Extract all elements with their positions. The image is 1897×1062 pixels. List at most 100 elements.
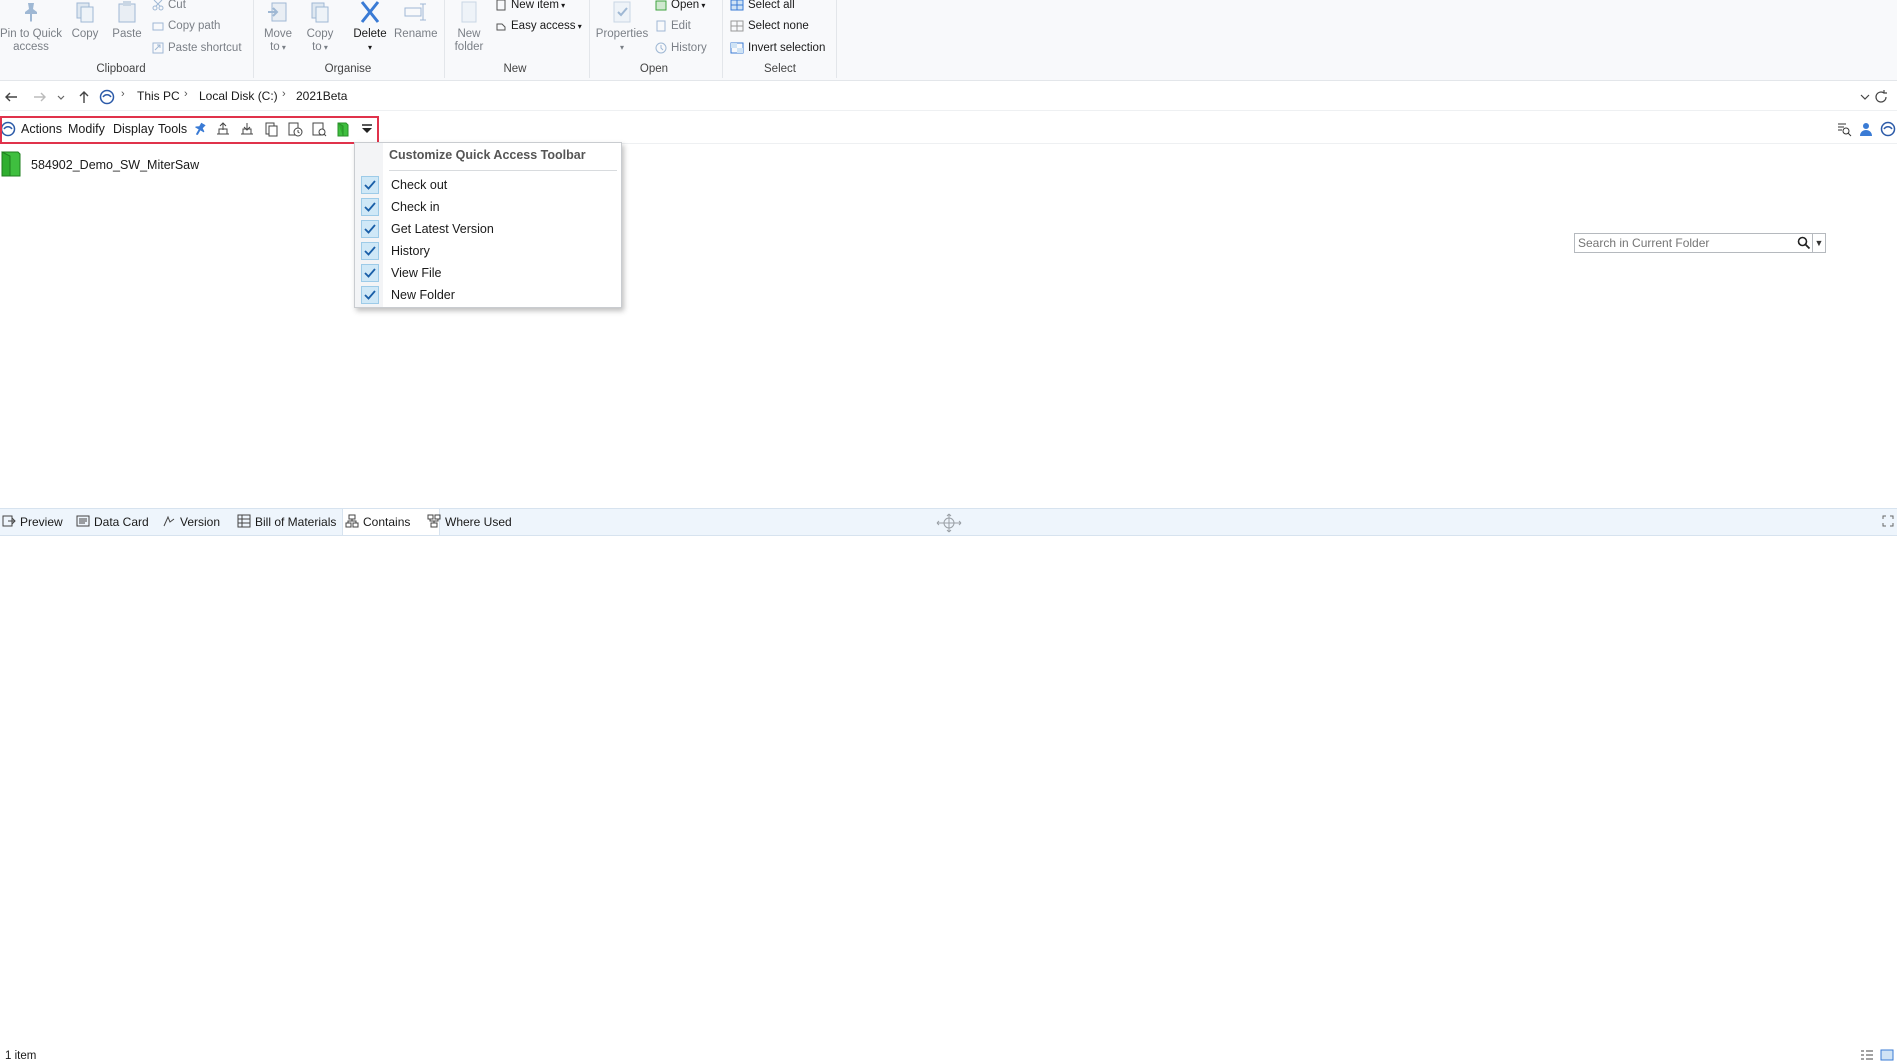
open-button[interactable]: Open ▾ bbox=[655, 0, 705, 13]
pin-to-quick-access-button[interactable]: Pin to Quick access bbox=[0, 0, 62, 54]
menu-item-new-folder[interactable]: New Folder bbox=[357, 284, 619, 306]
select-all-icon bbox=[730, 0, 744, 11]
data-card-icon bbox=[76, 515, 90, 527]
copy-to-label-line2: to bbox=[312, 41, 322, 53]
tab-label: Bill of Materials bbox=[255, 515, 337, 529]
checkmark-icon bbox=[361, 264, 379, 282]
history-button[interactable]: History bbox=[655, 40, 707, 56]
clipboard-group-label: Clipboard bbox=[96, 63, 146, 75]
properties-label: Properties bbox=[595, 28, 649, 40]
address-dropdown-chevron-icon[interactable] bbox=[1857, 89, 1873, 105]
checkmark-icon bbox=[361, 286, 379, 304]
checkmark-icon bbox=[361, 176, 379, 194]
large-icons-view-icon[interactable] bbox=[1880, 1049, 1894, 1061]
tab-bill-of-materials[interactable]: Bill of Materials bbox=[235, 509, 336, 535]
copy-path-button[interactable]: Copy path bbox=[152, 18, 220, 34]
edit-button[interactable]: Edit bbox=[655, 18, 691, 34]
menu-item-check-out[interactable]: Check out bbox=[357, 174, 619, 196]
menu-item-label: Check out bbox=[391, 178, 448, 192]
ribbon: Pin to Quick access Copy Paste Cut Copy … bbox=[0, 0, 1897, 81]
new-item-button[interactable]: New item ▾ bbox=[495, 0, 565, 13]
breadcrumb-separator: › bbox=[184, 88, 188, 100]
edit-label: Edit bbox=[671, 20, 691, 32]
new-item-label: New item bbox=[511, 0, 559, 11]
copy-to-icon bbox=[311, 2, 329, 23]
select-none-button[interactable]: Select none bbox=[730, 18, 809, 34]
tab-preview[interactable]: Preview bbox=[0, 509, 63, 535]
new-group-label: New bbox=[503, 63, 527, 75]
list-item[interactable]: 584902_Demo_SW_MiterSaw bbox=[0, 150, 360, 178]
forward-arrow-icon[interactable] bbox=[32, 89, 48, 105]
advanced-search-icon[interactable] bbox=[1836, 121, 1852, 137]
menu-item-label: History bbox=[391, 244, 430, 258]
vault-folder-icon bbox=[1, 151, 21, 177]
copy-button[interactable]: Copy bbox=[68, 0, 102, 41]
rename-label: Rename bbox=[394, 28, 438, 40]
search-box[interactable]: ▼ bbox=[1574, 233, 1826, 253]
menu-item-history[interactable]: History bbox=[357, 240, 619, 262]
tab-version[interactable]: Version bbox=[160, 509, 220, 535]
version-icon bbox=[163, 515, 175, 527]
recent-locations-chevron-icon[interactable] bbox=[56, 89, 66, 105]
tab-where-used[interactable]: Where Used bbox=[425, 509, 512, 535]
copy-to-label-line1: Copy bbox=[306, 28, 334, 40]
tab-label: Version bbox=[180, 515, 221, 529]
details-view-icon[interactable] bbox=[1860, 1049, 1874, 1061]
delete-button[interactable]: Delete ▾ bbox=[352, 0, 388, 54]
menu-item-check-in[interactable]: Check in bbox=[357, 196, 619, 218]
copy-to-button[interactable]: Copy to ▾ bbox=[304, 0, 336, 54]
tab-data-card[interactable]: Data Card bbox=[74, 509, 149, 535]
edit-icon bbox=[656, 20, 666, 32]
history-label: History bbox=[671, 42, 707, 54]
breadcrumb-2021beta[interactable]: 2021Beta bbox=[296, 89, 347, 103]
checkmark-icon bbox=[361, 242, 379, 260]
paste-button[interactable]: Paste bbox=[110, 0, 144, 41]
bill-of-materials-icon bbox=[237, 514, 251, 528]
cut-button[interactable]: Cut bbox=[152, 0, 186, 13]
menu-item-label: New Folder bbox=[391, 288, 455, 302]
delete-x-icon bbox=[360, 1, 380, 23]
group-separator bbox=[836, 0, 837, 78]
rename-icon bbox=[404, 3, 426, 21]
menu-divider bbox=[389, 170, 617, 171]
paste-shortcut-label: Paste shortcut bbox=[168, 42, 242, 54]
tab-label: Data Card bbox=[94, 515, 149, 529]
maximize-pane-icon[interactable] bbox=[1882, 515, 1894, 527]
invert-selection-label: Invert selection bbox=[748, 42, 826, 54]
pane-resize-handle-icon[interactable] bbox=[934, 513, 964, 533]
select-all-button[interactable]: Select all bbox=[730, 0, 795, 13]
new-item-icon bbox=[496, 0, 506, 11]
refresh-icon[interactable] bbox=[1873, 89, 1889, 105]
invert-selection-button[interactable]: Invert selection bbox=[730, 40, 825, 56]
paste-shortcut-button[interactable]: Paste shortcut bbox=[152, 40, 242, 56]
copy-icon bbox=[76, 2, 94, 23]
pdm-vault-icon bbox=[99, 89, 115, 105]
menu-item-view-file[interactable]: View File bbox=[357, 262, 619, 284]
menu-item-label: Get Latest Version bbox=[391, 222, 494, 236]
open-group-label: Open bbox=[639, 63, 669, 75]
preview-tab-strip: Preview Data Card Version Bill of Materi… bbox=[0, 508, 1897, 536]
paste-icon bbox=[118, 1, 136, 23]
rename-button[interactable]: Rename bbox=[394, 0, 438, 41]
back-arrow-icon[interactable] bbox=[3, 89, 19, 105]
easy-access-button[interactable]: Easy access ▾ bbox=[495, 18, 582, 34]
status-bar: 1 item bbox=[0, 1048, 1897, 1062]
search-icon[interactable] bbox=[1797, 236, 1811, 250]
invert-selection-icon bbox=[730, 42, 744, 54]
open-label: Open bbox=[671, 0, 700, 11]
user-icon[interactable] bbox=[1858, 121, 1874, 137]
breadcrumb-this-pc[interactable]: This PC bbox=[137, 89, 180, 103]
tab-label: Where Used bbox=[445, 515, 512, 529]
checkmark-icon bbox=[361, 220, 379, 238]
file-name: 584902_Demo_SW_MiterSaw bbox=[31, 158, 200, 172]
new-folder-button[interactable]: New folder bbox=[450, 0, 488, 54]
search-options-dropdown[interactable]: ▼ bbox=[1812, 234, 1825, 252]
search-input[interactable] bbox=[1578, 235, 1788, 251]
menu-item-get-latest-version[interactable]: Get Latest Version bbox=[357, 218, 619, 240]
pdm-vault-icon[interactable] bbox=[1880, 121, 1896, 137]
properties-button[interactable]: Properties ▾ bbox=[594, 0, 650, 54]
move-to-button[interactable]: Move to ▾ bbox=[262, 0, 294, 54]
group-separator bbox=[444, 0, 445, 78]
up-arrow-icon[interactable] bbox=[76, 89, 92, 105]
breadcrumb-local-disk[interactable]: Local Disk (C:) bbox=[199, 89, 278, 103]
